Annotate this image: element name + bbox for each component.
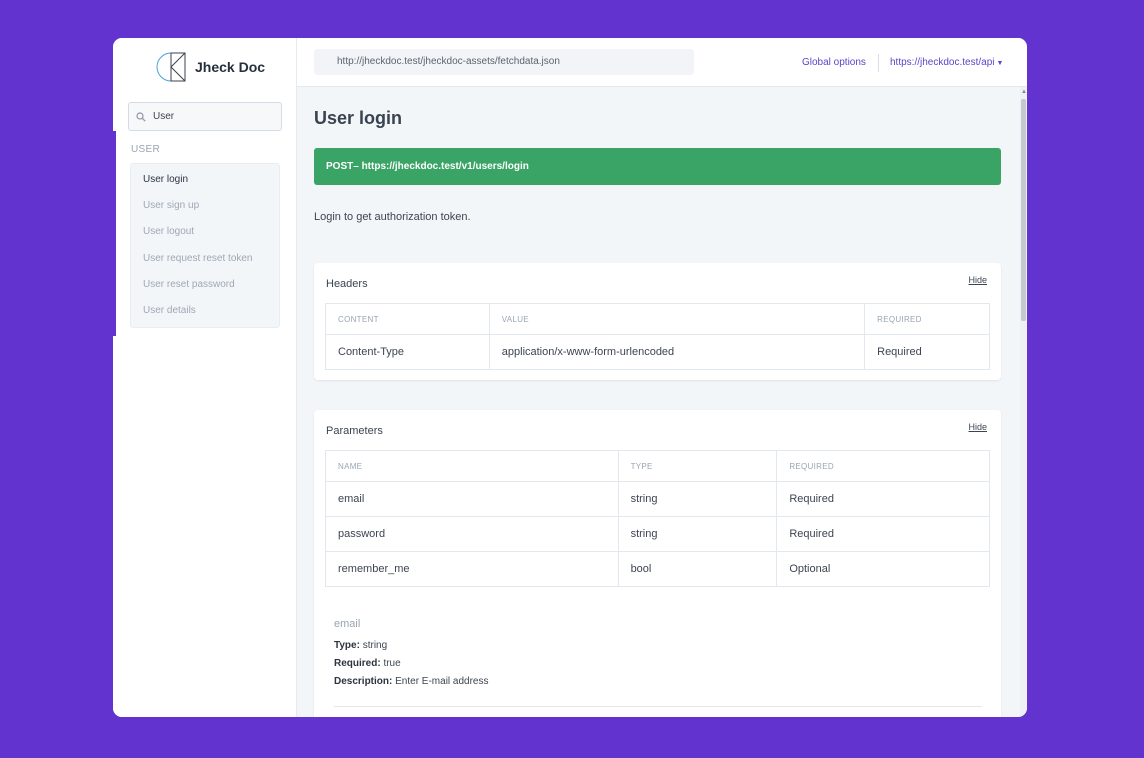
param-description-label: Description:: [334, 676, 393, 687]
param-type-label: Type:: [334, 640, 360, 651]
server-select[interactable]: https://jheckdoc.test/api ▼: [890, 57, 1003, 68]
table-cell: string: [617, 516, 778, 552]
column-header: REQUIRED: [864, 303, 990, 335]
headers-card: Headers Hide CONTENT VALUE REQUIRED Cont…: [314, 263, 1001, 380]
sidebar-item-user-details[interactable]: User details: [143, 305, 196, 316]
table-cell: bool: [617, 551, 778, 587]
main-scrollbar[interactable]: ▲: [1020, 87, 1027, 717]
column-header: NAME: [325, 450, 619, 482]
table-row: remember_me bool Optional: [325, 551, 990, 587]
column-header: REQUIRED: [776, 450, 990, 482]
headers-title: Headers: [326, 278, 368, 290]
url-bar[interactable]: http://jheckdoc.test/jheckdoc-assets/fet…: [314, 49, 694, 75]
scrollbar-thumb[interactable]: [1021, 99, 1026, 321]
table-cell: Required: [776, 516, 990, 552]
sidebar-accent-bar: [113, 131, 116, 336]
headers-hide-link[interactable]: Hide: [968, 275, 987, 285]
scroll-up-arrow-icon[interactable]: ▲: [1021, 89, 1027, 95]
app-window: Jheck Doc USER User login User sign up U…: [113, 38, 1027, 717]
sidebar-item-user-sign-up[interactable]: User sign up: [143, 200, 199, 211]
column-header: TYPE: [617, 450, 778, 482]
page-title: User login: [314, 108, 403, 128]
table-cell: email: [325, 481, 619, 517]
table-header-row: NAME TYPE REQUIRED: [325, 450, 990, 482]
sidebar-item-user-login[interactable]: User login: [143, 174, 188, 185]
table-row: password string Required: [325, 516, 990, 552]
search-input[interactable]: [153, 111, 273, 122]
param-detail-required: Required: true: [334, 657, 489, 671]
topbar-divider: [878, 54, 879, 72]
main-content: User login POST– https://jheckdoc.test/v…: [297, 87, 1020, 717]
sidebar-item-user-reset-password[interactable]: User reset password: [143, 279, 235, 290]
param-detail-name: email: [334, 618, 361, 630]
param-detail: email Type: string Required: true Descri…: [334, 618, 489, 689]
endpoint-description: Login to get authorization token.: [314, 211, 471, 223]
endpoint-bar: POST– https://jheckdoc.test/v1/users/log…: [314, 148, 1001, 185]
parameters-table: NAME TYPE REQUIRED email string Required…: [325, 450, 990, 587]
search-icon: [136, 111, 146, 122]
server-select-value: https://jheckdoc.test/api: [890, 57, 995, 68]
param-detail-divider: [334, 706, 982, 707]
table-cell: application/x-www-form-urlencoded: [488, 334, 866, 370]
table-cell: remember_me: [325, 551, 619, 587]
sidebar-section-label: USER: [131, 144, 160, 155]
param-description-value: Enter E-mail address: [395, 676, 489, 687]
column-header: CONTENT: [325, 303, 490, 335]
sidebar-item-user-logout[interactable]: User logout: [143, 226, 194, 237]
sidebar-nav: User login User sign up User logout User…: [130, 163, 280, 328]
jheck-doc-logo-icon: [156, 52, 186, 82]
param-detail-type: Type: string: [334, 639, 489, 653]
table-header-row: CONTENT VALUE REQUIRED: [325, 303, 990, 335]
global-options-link[interactable]: Global options: [802, 57, 866, 68]
param-required-label: Required:: [334, 658, 381, 669]
parameters-title: Parameters: [326, 425, 383, 437]
parameters-hide-link[interactable]: Hide: [968, 422, 987, 432]
sidebar-item-user-request-reset-token[interactable]: User request reset token: [143, 253, 253, 264]
table-cell: Content-Type: [325, 334, 490, 370]
parameters-card: Parameters Hide NAME TYPE REQUIRED email…: [314, 410, 1001, 717]
sidebar: Jheck Doc USER User login User sign up U…: [113, 38, 297, 717]
param-detail-description: Description: Enter E-mail address: [334, 675, 489, 689]
headers-table: CONTENT VALUE REQUIRED Content-Type appl…: [325, 303, 990, 370]
topbar: http://jheckdoc.test/jheckdoc-assets/fet…: [297, 38, 1027, 87]
table-cell: password: [325, 516, 619, 552]
param-required-value: true: [383, 658, 401, 669]
logo[interactable]: Jheck Doc: [155, 51, 265, 83]
column-header: VALUE: [488, 303, 866, 335]
table-cell: Optional: [776, 551, 990, 587]
chevron-down-icon: ▼: [996, 60, 1004, 67]
app-name: Jheck Doc: [195, 59, 266, 75]
table-row: Content-Type application/x-www-form-urle…: [325, 334, 990, 370]
table-row: email string Required: [325, 481, 990, 517]
search-box[interactable]: [128, 102, 282, 131]
param-type-value: string: [362, 640, 388, 651]
table-cell: Required: [776, 481, 990, 517]
table-cell: string: [617, 481, 778, 517]
table-cell: Required: [864, 334, 990, 370]
